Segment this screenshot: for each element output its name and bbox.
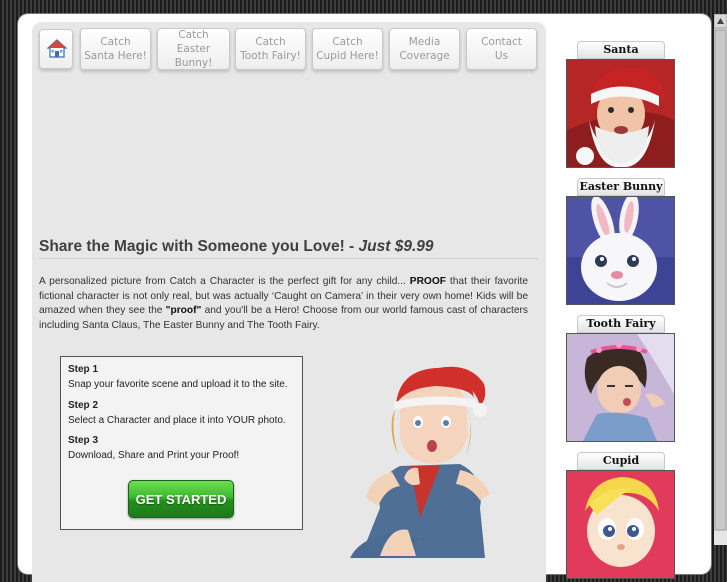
tooth-fairy-thumbnail[interactable]	[566, 333, 675, 442]
girl-in-santa-hat-image	[350, 366, 490, 558]
step-3-title: Step 3	[68, 435, 99, 446]
tab-line2: Us	[494, 50, 509, 62]
headline-price: Just $9.99	[358, 238, 434, 255]
tab-line1: Catch	[178, 29, 209, 41]
step-3-text: Download, Share and Print your Proof!	[68, 450, 240, 461]
tab-contact-us[interactable]: Contact Us	[466, 28, 537, 70]
house-icon	[47, 39, 67, 58]
cupid-image	[567, 471, 674, 578]
tab-line2: Easter Bunny!	[174, 43, 213, 69]
sidebar-label-cupid: Cupid	[577, 452, 665, 470]
tab-catch-santa[interactable]: Catch Santa Here!	[80, 28, 151, 70]
intro-proof-emphasis: PROOF	[409, 276, 447, 287]
tab-line2: Coverage	[399, 50, 450, 62]
tab-media-coverage[interactable]: Media Coverage	[389, 28, 460, 70]
tab-catch-easter-bunny[interactable]: Catch Easter Bunny!	[157, 28, 230, 70]
get-started-button[interactable]: GET STARTED	[128, 480, 234, 518]
tab-catch-cupid[interactable]: Catch Cupid Here!	[312, 28, 383, 70]
tab-line2: Cupid Here!	[316, 50, 379, 62]
tooth-fairy-image	[567, 334, 674, 441]
tab-line1: Catch	[332, 36, 363, 48]
santa-image	[567, 60, 674, 167]
page-container: Catch Santa Here! Catch Easter Bunny! Ca…	[18, 14, 711, 582]
easter-bunny-image	[567, 197, 674, 304]
intro-text: A personalized picture from Catch a Char…	[39, 276, 410, 287]
window-scrollbar[interactable]	[714, 14, 727, 545]
tab-line1: Media	[408, 36, 441, 48]
tab-line1: Contact	[481, 36, 522, 48]
main-content: Catch Santa Here! Catch Easter Bunny! Ca…	[32, 22, 546, 582]
tab-line2: Santa Here!	[84, 50, 147, 62]
tab-line2: Tooth Fairy!	[240, 50, 301, 62]
intro-proof-quote: "proof"	[165, 305, 202, 316]
sidebar-label-tooth-fairy: Tooth Fairy	[577, 315, 665, 333]
sidebar-label-easter-bunny: Easter Bunny	[577, 178, 665, 196]
tab-catch-tooth-fairy[interactable]: Catch Tooth Fairy!	[235, 28, 306, 70]
santa-thumbnail[interactable]	[566, 59, 675, 168]
step-1-title: Step 1	[68, 364, 99, 375]
tab-line1: Catch	[100, 36, 131, 48]
intro-paragraph: A personalized picture from Catch a Char…	[39, 275, 528, 333]
step-2-text: Select a Character and place it into YOU…	[68, 415, 286, 426]
sidebar-label-santa: Santa	[577, 41, 665, 59]
cupid-thumbnail[interactable]	[566, 470, 675, 579]
page-headline: Share the Magic with Someone you Love! -…	[39, 238, 539, 256]
steps-box: Step 1 Snap your favorite scene and uplo…	[60, 356, 303, 530]
step-2-title: Step 2	[68, 400, 99, 411]
divider	[39, 258, 538, 259]
tab-line1: Catch	[255, 36, 286, 48]
home-tab[interactable]	[39, 29, 73, 69]
easter-bunny-thumbnail[interactable]	[566, 196, 675, 305]
headline-text: Share the Magic with Someone you Love! -	[39, 238, 359, 255]
step-1-text: Snap your favorite scene and upload it t…	[68, 379, 288, 390]
